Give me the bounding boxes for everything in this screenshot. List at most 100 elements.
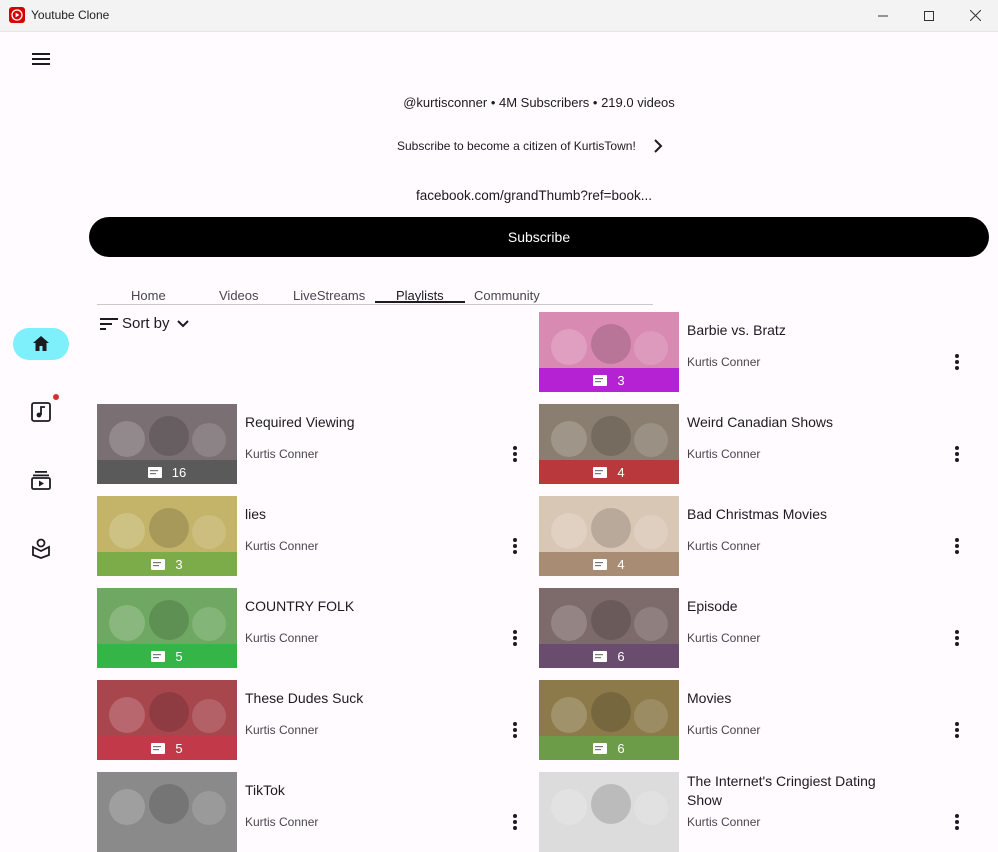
more-options-button[interactable] — [507, 720, 523, 740]
more-options-button[interactable] — [507, 444, 523, 464]
more-vert-icon — [513, 538, 517, 554]
playlist-thumbnail[interactable]: 4 — [539, 496, 679, 576]
playlist-author: Kurtis Conner — [687, 447, 761, 461]
menu-icon[interactable] — [30, 50, 52, 68]
playlist-thumbnail[interactable] — [539, 772, 679, 852]
nav-home[interactable] — [13, 328, 69, 360]
more-vert-icon — [955, 722, 959, 738]
music-library-icon — [31, 402, 51, 422]
more-vert-icon — [513, 722, 517, 738]
playlist-item[interactable]: 3 lies Kurtis Conner — [97, 496, 537, 576]
playlist-item[interactable]: 5 COUNTRY FOLK Kurtis Conner — [97, 588, 537, 668]
playlist-item[interactable]: 3 Barbie vs. Bratz Kurtis Conner — [539, 312, 979, 392]
playlist-count-band: 3 — [97, 552, 237, 576]
playlist-title[interactable]: Required Viewing — [245, 413, 455, 432]
playlist-thumbnail[interactable]: 3 — [97, 496, 237, 576]
thumbnail-image — [97, 772, 237, 852]
playlist-icon — [593, 466, 608, 478]
playlist-item[interactable]: 4 Bad Christmas Movies Kurtis Conner — [539, 496, 979, 576]
playlist-title[interactable]: Bad Christmas Movies — [687, 505, 897, 524]
playlist-thumbnail[interactable]: 3 — [539, 312, 679, 392]
more-vert-icon — [513, 446, 517, 462]
nav-library[interactable] — [13, 532, 69, 564]
more-options-button[interactable] — [949, 720, 965, 740]
tab-home[interactable]: Home — [131, 288, 166, 303]
playlist-item[interactable]: TikTok Kurtis Conner — [97, 772, 537, 852]
nav-subscriptions[interactable] — [13, 464, 69, 496]
channel-link[interactable]: facebook.com/grandThumb?ref=book... — [416, 188, 652, 203]
maximize-button[interactable] — [906, 0, 952, 31]
playlist-icon — [593, 374, 608, 386]
playlist-count-band: 16 — [97, 460, 237, 484]
playlist-item[interactable]: 6 Episode Kurtis Conner — [539, 588, 979, 668]
more-options-button[interactable] — [949, 444, 965, 464]
playlist-author: Kurtis Conner — [687, 539, 761, 553]
more-options-button[interactable] — [507, 812, 523, 832]
playlist-item[interactable]: The Internet's Cringiest Dating Show Kur… — [539, 772, 979, 852]
more-options-button[interactable] — [949, 628, 965, 648]
playlist-thumbnail[interactable]: 4 — [539, 404, 679, 484]
minimize-button[interactable] — [860, 0, 906, 31]
playlist-icon — [593, 558, 608, 570]
playlist-author: Kurtis Conner — [687, 723, 761, 737]
channel-tabs: Home Videos LiveStreams Playlists Commun… — [97, 285, 653, 305]
more-options-button[interactable] — [949, 812, 965, 832]
close-button[interactable] — [952, 0, 998, 31]
playlist-title[interactable]: lies — [245, 505, 455, 524]
playlist-icon — [151, 742, 166, 754]
playlist-icon — [147, 466, 162, 478]
more-vert-icon — [513, 814, 517, 830]
playlist-icon — [593, 742, 608, 754]
playlist-title[interactable]: These Dudes Suck — [245, 689, 455, 708]
more-options-button[interactable] — [949, 352, 965, 372]
window-title: Youtube Clone — [31, 8, 110, 22]
channel-meta: @kurtisconner • 4M Subscribers • 219.0 v… — [403, 95, 675, 110]
playlist-count-band: 6 — [539, 644, 679, 668]
home-icon — [33, 336, 49, 351]
playlist-title[interactable]: Movies — [687, 689, 897, 708]
playlist-item[interactable]: 5 These Dudes Suck Kurtis Conner — [97, 680, 537, 760]
playlist-count-band: 3 — [539, 368, 679, 392]
tab-videos[interactable]: Videos — [219, 288, 259, 303]
more-options-button[interactable] — [507, 628, 523, 648]
playlist-thumbnail[interactable]: 5 — [97, 680, 237, 760]
playlist-author: Kurtis Conner — [245, 447, 319, 461]
playlist-title[interactable]: TikTok — [245, 781, 455, 800]
sort-button[interactable]: Sort by — [100, 315, 195, 332]
playlist-count-band: 6 — [539, 736, 679, 760]
maximize-icon — [924, 10, 934, 21]
playlist-title[interactable]: The Internet's Cringiest Dating Show — [687, 772, 897, 810]
playlist-count: 6 — [617, 740, 625, 756]
playlist-title[interactable]: Episode — [687, 597, 897, 616]
playlist-title[interactable]: COUNTRY FOLK — [245, 597, 455, 616]
playlist-thumbnail[interactable] — [97, 772, 237, 852]
more-options-button[interactable] — [949, 536, 965, 556]
playlist-title[interactable]: Barbie vs. Bratz — [687, 321, 897, 340]
playlist-count: 3 — [175, 556, 183, 572]
nav-music[interactable] — [13, 394, 69, 428]
playlist-author: Kurtis Conner — [245, 539, 319, 553]
playlist-thumbnail[interactable]: 16 — [97, 404, 237, 484]
playlist-item[interactable]: 6 Movies Kurtis Conner — [539, 680, 979, 760]
chevron-right-icon[interactable] — [650, 138, 666, 154]
tab-livestreams[interactable]: LiveStreams — [293, 288, 365, 303]
playlist-icon — [151, 558, 166, 570]
playlist-thumbnail[interactable]: 5 — [97, 588, 237, 668]
playlist-thumbnail[interactable]: 6 — [539, 680, 679, 760]
playlist-count-band: 5 — [97, 736, 237, 760]
playlist-item[interactable]: 4 Weird Canadian Shows Kurtis Conner — [539, 404, 979, 484]
playlist-thumbnail[interactable]: 6 — [539, 588, 679, 668]
more-options-button[interactable] — [507, 536, 523, 556]
tab-community[interactable]: Community — [474, 288, 540, 303]
playlist-item[interactable]: 16 Required Viewing Kurtis Conner — [97, 404, 537, 484]
close-icon — [969, 10, 981, 21]
playlist-count-band: 5 — [97, 644, 237, 668]
playlist-title[interactable]: Weird Canadian Shows — [687, 413, 897, 432]
more-vert-icon — [955, 354, 959, 370]
subscribe-button[interactable]: Subscribe — [89, 217, 989, 257]
sort-label: Sort by — [122, 315, 170, 332]
more-vert-icon — [955, 814, 959, 830]
playlist-count: 5 — [175, 648, 183, 664]
playlist-count: 4 — [617, 556, 625, 572]
playlist-icon — [593, 650, 608, 662]
